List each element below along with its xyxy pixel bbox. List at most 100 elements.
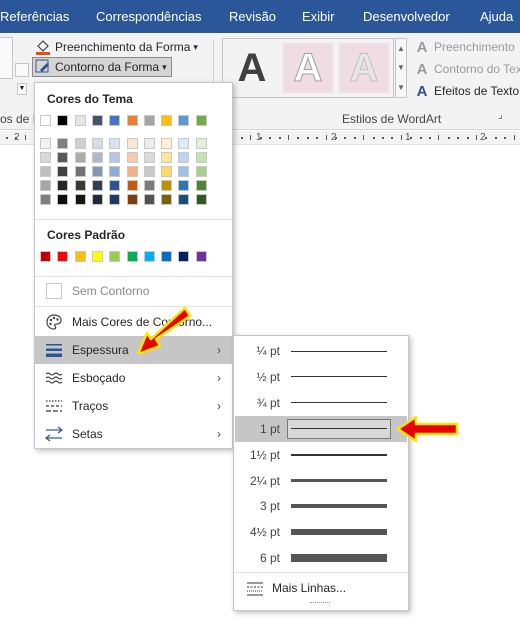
theme-color-swatch[interactable]	[143, 115, 155, 126]
theme-color-swatch[interactable]	[178, 115, 190, 126]
standard-color-swatch[interactable]	[143, 251, 155, 262]
tab-view[interactable]: Exibir	[302, 9, 335, 24]
theme-color-swatch[interactable]	[91, 180, 103, 191]
theme-color-swatch[interactable]	[57, 115, 69, 126]
theme-color-swatch[interactable]	[40, 166, 51, 177]
standard-color-swatch[interactable]	[74, 251, 86, 262]
theme-color-swatch[interactable]	[40, 180, 51, 191]
theme-color-swatch[interactable]	[178, 194, 190, 205]
theme-color-swatch[interactable]	[57, 180, 69, 191]
dialog-launcher-icon[interactable]: ⌟	[498, 110, 503, 121]
text-fill-button[interactable]: A Preenchimento	[414, 37, 515, 57]
theme-color-swatch[interactable]	[195, 152, 207, 163]
theme-color-swatch[interactable]	[161, 194, 173, 205]
weight-option[interactable]: ¾ pt	[235, 390, 407, 416]
theme-color-swatch[interactable]	[40, 115, 51, 126]
weight-option[interactable]: 3 pt	[235, 493, 407, 519]
theme-color-swatch[interactable]	[143, 194, 155, 205]
chevron-up-icon[interactable]: ▲	[397, 44, 405, 53]
theme-color-swatch[interactable]	[143, 152, 155, 163]
theme-color-swatch[interactable]	[40, 194, 51, 205]
theme-color-swatch[interactable]	[57, 152, 69, 163]
wordart-gallery-scroll[interactable]: ▲ ▼ ▼	[395, 38, 407, 98]
wordart-style-2[interactable]: A	[283, 43, 333, 93]
shape-outline-button[interactable]: Contorno da Forma ▾	[32, 57, 172, 77]
tab-references[interactable]: Referências	[0, 9, 69, 24]
sketched-item[interactable]: Esboçado ›	[35, 364, 232, 392]
theme-color-swatch[interactable]	[74, 166, 86, 177]
theme-color-swatch[interactable]	[195, 115, 207, 126]
wordart-styles-gallery[interactable]: A A A	[222, 38, 394, 98]
gallery-expand-button[interactable]: ▼	[17, 83, 27, 95]
shape-fill-button[interactable]: Preenchimento da Forma ▾	[35, 37, 198, 57]
theme-color-swatch[interactable]	[74, 138, 86, 149]
theme-color-swatch[interactable]	[57, 166, 69, 177]
tab-help[interactable]: Ajuda	[480, 9, 513, 24]
text-outline-button[interactable]: A Contorno do Tex	[414, 59, 520, 79]
theme-color-swatch[interactable]	[91, 138, 103, 149]
weight-option[interactable]: 2¼ pt	[235, 468, 407, 494]
theme-color-swatch[interactable]	[74, 180, 86, 191]
theme-color-swatch[interactable]	[91, 115, 103, 126]
theme-color-swatch[interactable]	[57, 138, 69, 149]
theme-color-swatch[interactable]	[195, 166, 207, 177]
standard-color-swatch[interactable]	[40, 251, 51, 262]
theme-color-swatch[interactable]	[195, 194, 207, 205]
theme-color-swatch[interactable]	[109, 115, 121, 126]
gallery-expand-icon[interactable]: ▼	[397, 83, 405, 92]
theme-color-swatch[interactable]	[161, 138, 173, 149]
theme-color-swatch[interactable]	[109, 180, 121, 191]
arrows-item[interactable]: Setas ›	[35, 420, 232, 448]
standard-color-swatch[interactable]	[91, 251, 103, 262]
chevron-down-icon[interactable]: ▼	[397, 63, 405, 72]
theme-color-swatch[interactable]	[74, 115, 86, 126]
theme-color-swatch[interactable]	[161, 180, 173, 191]
weight-option[interactable]: 6 pt	[235, 545, 407, 571]
tab-developer[interactable]: Desenvolvedor	[363, 9, 450, 24]
theme-color-swatch[interactable]	[126, 115, 138, 126]
theme-color-swatch[interactable]	[143, 166, 155, 177]
theme-color-swatch[interactable]	[161, 115, 173, 126]
theme-color-swatch[interactable]	[109, 194, 121, 205]
theme-color-swatch[interactable]	[161, 166, 173, 177]
theme-color-swatch[interactable]	[126, 180, 138, 191]
theme-color-swatch[interactable]	[40, 152, 51, 163]
theme-color-swatch[interactable]	[74, 152, 86, 163]
more-lines-item[interactable]: Mais Linhas...	[235, 575, 407, 601]
text-effects-button[interactable]: A Efeitos de Texto▾	[414, 81, 520, 101]
theme-color-swatch[interactable]	[91, 166, 103, 177]
weight-option[interactable]: 1 pt	[235, 415, 407, 442]
theme-color-swatch[interactable]	[161, 152, 173, 163]
theme-color-swatch[interactable]	[195, 180, 207, 191]
resize-grip-icon[interactable]	[310, 602, 330, 606]
theme-color-swatch[interactable]	[91, 152, 103, 163]
gallery-more-button[interactable]	[15, 63, 29, 77]
wordart-style-3[interactable]: A	[339, 43, 389, 93]
weight-option[interactable]: 1½ pt	[235, 442, 407, 468]
tab-mailings[interactable]: Correspondências	[96, 9, 202, 24]
theme-color-swatch[interactable]	[57, 194, 69, 205]
standard-color-swatch[interactable]	[57, 251, 69, 262]
theme-color-swatch[interactable]	[178, 166, 190, 177]
theme-color-swatch[interactable]	[126, 166, 138, 177]
theme-color-swatch[interactable]	[178, 138, 190, 149]
standard-color-swatch[interactable]	[161, 251, 173, 262]
wordart-style-1[interactable]: A	[227, 43, 277, 93]
standard-color-swatch[interactable]	[126, 251, 138, 262]
weight-option[interactable]: ¼ pt	[235, 338, 407, 364]
dashes-item[interactable]: Traços ›	[35, 392, 232, 420]
theme-color-swatch[interactable]	[109, 166, 121, 177]
theme-color-swatch[interactable]	[91, 194, 103, 205]
theme-color-swatch[interactable]	[143, 138, 155, 149]
no-outline-item[interactable]: Sem Contorno	[35, 277, 232, 305]
theme-color-swatch[interactable]	[40, 138, 51, 149]
weight-option[interactable]: 4½ pt	[235, 519, 407, 545]
theme-color-swatch[interactable]	[109, 152, 121, 163]
standard-color-swatch[interactable]	[195, 251, 207, 262]
tab-review[interactable]: Revisão	[229, 9, 276, 24]
standard-color-swatch[interactable]	[178, 251, 190, 262]
theme-color-swatch[interactable]	[126, 138, 138, 149]
theme-color-swatch[interactable]	[126, 152, 138, 163]
weight-option[interactable]: ½ pt	[235, 364, 407, 390]
shapes-gallery-edge[interactable]	[0, 37, 13, 79]
